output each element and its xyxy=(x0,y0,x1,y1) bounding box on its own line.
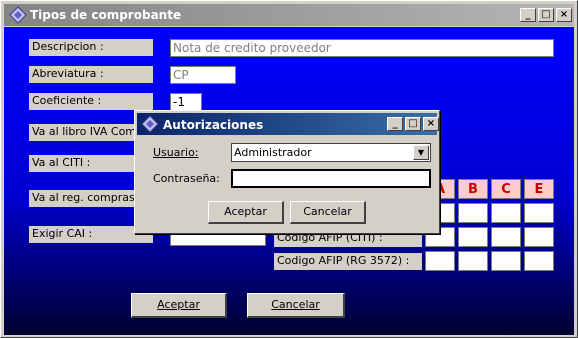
aceptar-button[interactable]: Aceptar xyxy=(131,293,227,318)
dialog-titlebar[interactable]: Autorizaciones _ □ × xyxy=(137,113,439,135)
descripcion-field[interactable]: Nota de credito proveedor xyxy=(170,39,554,57)
minimize-icon[interactable]: _ xyxy=(520,8,536,22)
app-diamond-icon xyxy=(141,115,159,133)
afip-citi-b-field[interactable] xyxy=(458,227,488,247)
afip-rg-c-field[interactable] xyxy=(491,251,521,271)
main-title: Tipos de comprobante xyxy=(30,8,182,22)
app-diamond-icon xyxy=(9,6,27,24)
chevron-down-icon[interactable]: ▼ xyxy=(413,145,429,160)
dialog-cancelar-label: Cancelar xyxy=(303,205,352,218)
reg-compras-e-field[interactable] xyxy=(524,203,554,223)
abreviatura-label: Abreviatura : xyxy=(29,66,153,83)
afip-rg-label: Codigo AFIP (RG 3572) : xyxy=(274,253,422,270)
coeficiente-field[interactable]: -1 xyxy=(170,93,202,111)
usuario-value: Administrador xyxy=(234,146,312,159)
cancelar-button-label: Cancelar xyxy=(271,298,320,311)
dialog-title: Autorizaciones xyxy=(163,118,264,132)
authorization-dialog: Autorizaciones _ □ × Usuario: Administra… xyxy=(134,110,440,234)
abreviatura-field[interactable]: CP xyxy=(170,66,236,84)
afip-citi-e-field[interactable] xyxy=(524,227,554,247)
descripcion-label: Descripcion : xyxy=(29,39,153,56)
reg-compras-b-field[interactable] xyxy=(458,203,488,223)
dialog-minimize-icon[interactable]: _ xyxy=(387,117,403,131)
afip-rg-e-field[interactable] xyxy=(524,251,554,271)
dialog-maximize-icon[interactable]: □ xyxy=(405,117,421,131)
cancelar-button[interactable]: Cancelar xyxy=(247,293,345,318)
letter-c-header: C xyxy=(491,179,521,199)
letter-e-header: E xyxy=(524,179,554,199)
usuario-label: Usuario: xyxy=(151,145,223,161)
usuario-select[interactable]: Administrador ▼ xyxy=(231,143,431,162)
afip-citi-c-field[interactable] xyxy=(491,227,521,247)
coeficiente-label: Coeficiente : xyxy=(29,93,153,110)
maximize-icon[interactable]: □ xyxy=(538,8,554,22)
dialog-cancelar-button[interactable]: Cancelar xyxy=(290,201,366,224)
afip-rg-b-field[interactable] xyxy=(458,251,488,271)
letter-b-header: B xyxy=(458,179,488,199)
reg-compras-c-field[interactable] xyxy=(491,203,521,223)
dialog-aceptar-label: Aceptar xyxy=(224,205,267,218)
close-icon[interactable]: × xyxy=(556,8,572,22)
afip-rg-a-field[interactable] xyxy=(425,251,455,271)
password-field[interactable] xyxy=(231,169,431,188)
dialog-aceptar-button[interactable]: Aceptar xyxy=(208,201,284,224)
password-label: Contraseña: xyxy=(151,171,223,187)
aceptar-button-label: Aceptar xyxy=(157,298,200,311)
dialog-close-icon[interactable]: × xyxy=(423,117,439,131)
main-titlebar[interactable]: Tipos de comprobante _ □ × xyxy=(4,4,574,26)
